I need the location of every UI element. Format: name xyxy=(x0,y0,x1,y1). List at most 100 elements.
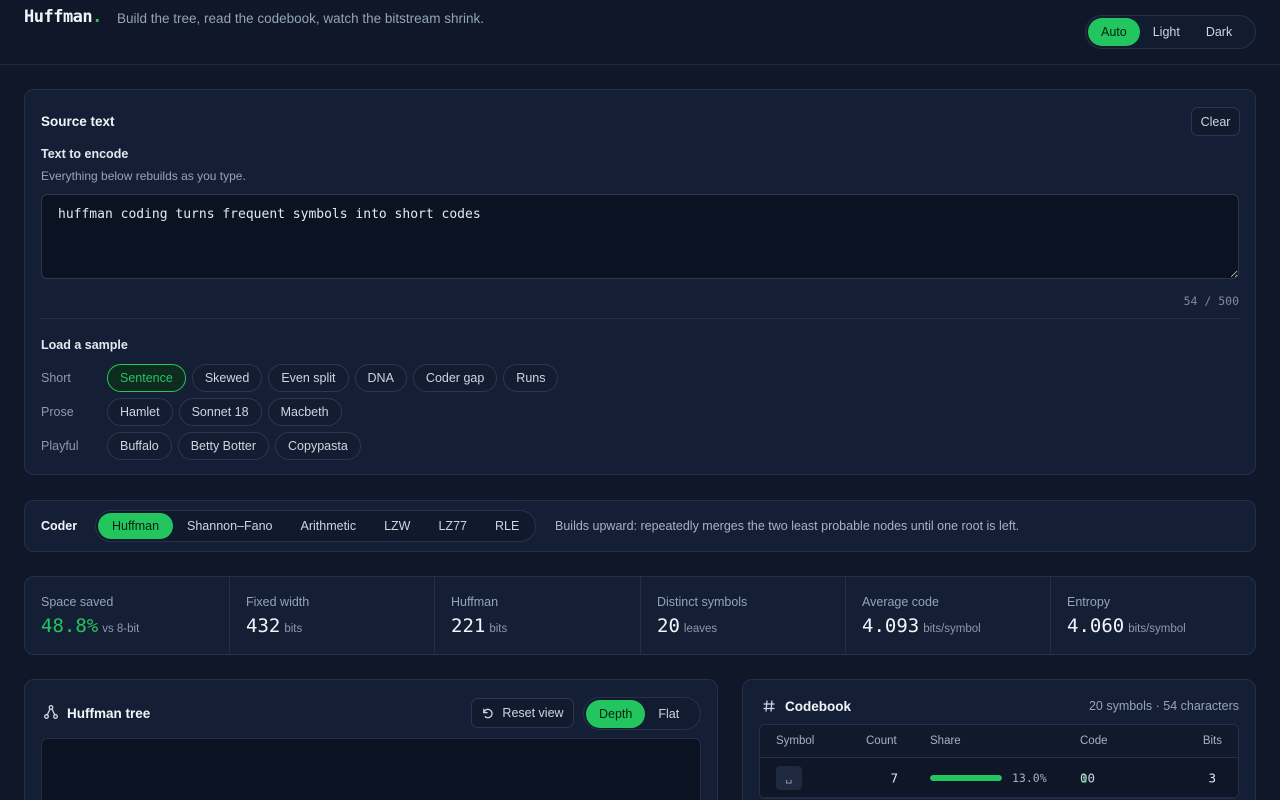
brand-logo: Huffman. xyxy=(24,7,102,27)
stat-unit: vs 8-bit xyxy=(102,623,140,635)
sample-chip-macbeth[interactable]: Macbeth xyxy=(267,398,342,426)
coder-tab-rle[interactable]: RLE xyxy=(481,513,533,539)
col-bits[interactable]: Bits xyxy=(1203,735,1222,747)
share-value: 13.0% xyxy=(1012,770,1047,785)
stat-value: 48.8% vs 8-bit xyxy=(41,615,139,637)
stat-average-code: Average code 4.093 bits/symbol xyxy=(846,577,1051,655)
sample-chip-skewed[interactable]: Skewed xyxy=(191,364,263,392)
stat-unit: bits/symbol xyxy=(923,623,981,635)
col-symbol[interactable]: Symbol xyxy=(776,735,814,747)
stat-unit: bits xyxy=(489,623,508,635)
coder-description: Builds upward: repeatedly merges the two… xyxy=(555,519,1020,533)
count-cell: 7 xyxy=(890,770,898,785)
reset-view-label: Reset view xyxy=(502,706,564,720)
code-rest-bits: 00 xyxy=(1080,770,1096,785)
brand-dot: . xyxy=(92,7,102,27)
sample-chip-sentence[interactable]: Sentence xyxy=(107,364,186,392)
sample-row-label-short: Short xyxy=(41,371,71,385)
codebook-card: Codebook 20 symbols · 54 characters Symb… xyxy=(742,679,1256,800)
col-share[interactable]: Share xyxy=(930,735,961,747)
stat-entropy: Entropy 4.060 bits/symbol xyxy=(1051,577,1255,655)
source-text-input[interactable] xyxy=(41,194,1239,279)
coder-tab-shannon-fano[interactable]: Shannon–Fano xyxy=(173,513,287,539)
sample-chip-coder-gap[interactable]: Coder gap xyxy=(412,364,498,392)
stat-label: Space saved xyxy=(41,595,114,609)
samples-title: Load a sample xyxy=(41,338,128,352)
reset-view-button[interactable]: Reset view xyxy=(471,698,574,728)
sample-chip-hamlet[interactable]: Hamlet xyxy=(107,398,173,426)
divider xyxy=(41,318,1239,319)
source-card: Source text Clear Text to encode Everyth… xyxy=(24,89,1256,475)
undo-icon xyxy=(481,707,494,720)
text-field-label: Text to encode xyxy=(41,147,129,161)
source-card-title: Source text xyxy=(41,114,115,129)
stat-space-saved: Space saved 48.8% vs 8-bit xyxy=(25,577,230,655)
stat-unit: bits/symbol xyxy=(1128,623,1186,635)
col-code[interactable]: Code xyxy=(1080,735,1108,747)
stat-label: Distinct symbols xyxy=(657,595,748,609)
stat-label: Fixed width xyxy=(246,595,310,609)
coder-tabs: Huffman Shannon–Fano Arithmetic LZW LZ77… xyxy=(95,510,537,542)
stat-value: 432 bits xyxy=(246,615,302,637)
stat-value: 4.060 bits/symbol xyxy=(1067,615,1186,637)
stat-number: 20 xyxy=(657,615,680,637)
symbol-badge: ␣ xyxy=(776,765,802,790)
codebook-title: Codebook xyxy=(785,699,851,714)
stat-huffman-bits: Huffman 221 bits xyxy=(435,577,641,655)
stats-card: Space saved 48.8% vs 8-bit Fixed width 43… xyxy=(24,576,1256,655)
stat-number: 432 xyxy=(246,615,281,637)
coder-label: Coder xyxy=(41,519,78,533)
char-counter: 54 / 500 xyxy=(1183,294,1239,308)
sample-row-label-prose: Prose xyxy=(41,405,74,419)
stat-distinct-symbols: Distinct symbols 20 leaves xyxy=(641,577,846,655)
sample-chip-dna[interactable]: DNA xyxy=(354,364,407,392)
stat-value: 20 leaves xyxy=(657,615,717,637)
share-bar-fill xyxy=(930,774,1002,781)
clear-button[interactable]: Clear xyxy=(1191,107,1240,136)
tree-view-flat[interactable]: Flat xyxy=(645,700,692,728)
theme-switch: Auto Light Dark xyxy=(1085,15,1256,49)
stat-number: 48.8% xyxy=(41,615,99,637)
codebook-summary: 20 symbols · 54 characters xyxy=(1088,699,1239,713)
theme-auto-button[interactable]: Auto xyxy=(1088,18,1140,46)
sample-row-label-playful: Playful xyxy=(41,439,79,453)
sample-row-short: Sentence Skewed Even split DNA Coder gap… xyxy=(107,364,564,392)
coder-tab-lzw[interactable]: LZW xyxy=(370,513,424,539)
stat-number: 4.093 xyxy=(862,615,920,637)
share-bar xyxy=(930,774,1002,781)
codebook-table: Symbol Count Share Code Bits ␣ 7 13.0% 1… xyxy=(759,724,1239,799)
sample-row-prose: Hamlet Sonnet 18 Macbeth xyxy=(107,398,348,426)
symbol-cell: ␣ xyxy=(776,765,802,790)
stat-fixed-width: Fixed width 432 bits xyxy=(230,577,435,655)
col-count[interactable]: Count xyxy=(866,735,897,747)
stat-number: 4.060 xyxy=(1067,615,1125,637)
theme-dark-button[interactable]: Dark xyxy=(1193,18,1245,46)
stat-label: Average code xyxy=(862,595,939,609)
stat-value: 4.093 bits/symbol xyxy=(862,615,981,637)
brand-name: Huffman xyxy=(24,7,93,27)
tree-icon xyxy=(44,705,58,719)
sample-chip-even-split[interactable]: Even split xyxy=(268,364,349,392)
coder-tab-huffman[interactable]: Huffman xyxy=(98,513,174,539)
sample-chip-buffalo[interactable]: Buffalo xyxy=(107,432,172,460)
tree-canvas[interactable] xyxy=(41,738,701,800)
tree-view-depth[interactable]: Depth xyxy=(586,699,646,728)
theme-light-button[interactable]: Light xyxy=(1140,18,1193,46)
coder-tab-lz77[interactable]: LZ77 xyxy=(424,513,481,539)
sample-chip-sonnet-18[interactable]: Sonnet 18 xyxy=(178,398,262,426)
sample-chip-betty-botter[interactable]: Betty Botter xyxy=(177,432,270,460)
sample-chip-copypasta[interactable]: Copypasta xyxy=(275,432,361,460)
bits-cell: 3 xyxy=(1208,770,1216,785)
tagline: Build the tree, read the codebook, watch… xyxy=(117,11,484,26)
table-row[interactable]: ␣ 7 13.0% 1 00 3 xyxy=(760,758,1238,798)
sample-chip-runs[interactable]: Runs xyxy=(503,364,559,392)
stat-number: 221 xyxy=(451,615,486,637)
share-cell: 13.0% xyxy=(930,771,1047,785)
sample-row-playful: Buffalo Betty Botter Copypasta xyxy=(107,432,367,460)
text-field-hint: Everything below rebuilds as you type. xyxy=(41,169,246,183)
stat-label: Huffman xyxy=(451,595,499,609)
stat-unit: leaves xyxy=(683,623,718,635)
table-header: Symbol Count Share Code Bits xyxy=(760,725,1238,758)
stat-value: 221 bits xyxy=(451,615,507,637)
coder-tab-arithmetic[interactable]: Arithmetic xyxy=(287,513,371,539)
